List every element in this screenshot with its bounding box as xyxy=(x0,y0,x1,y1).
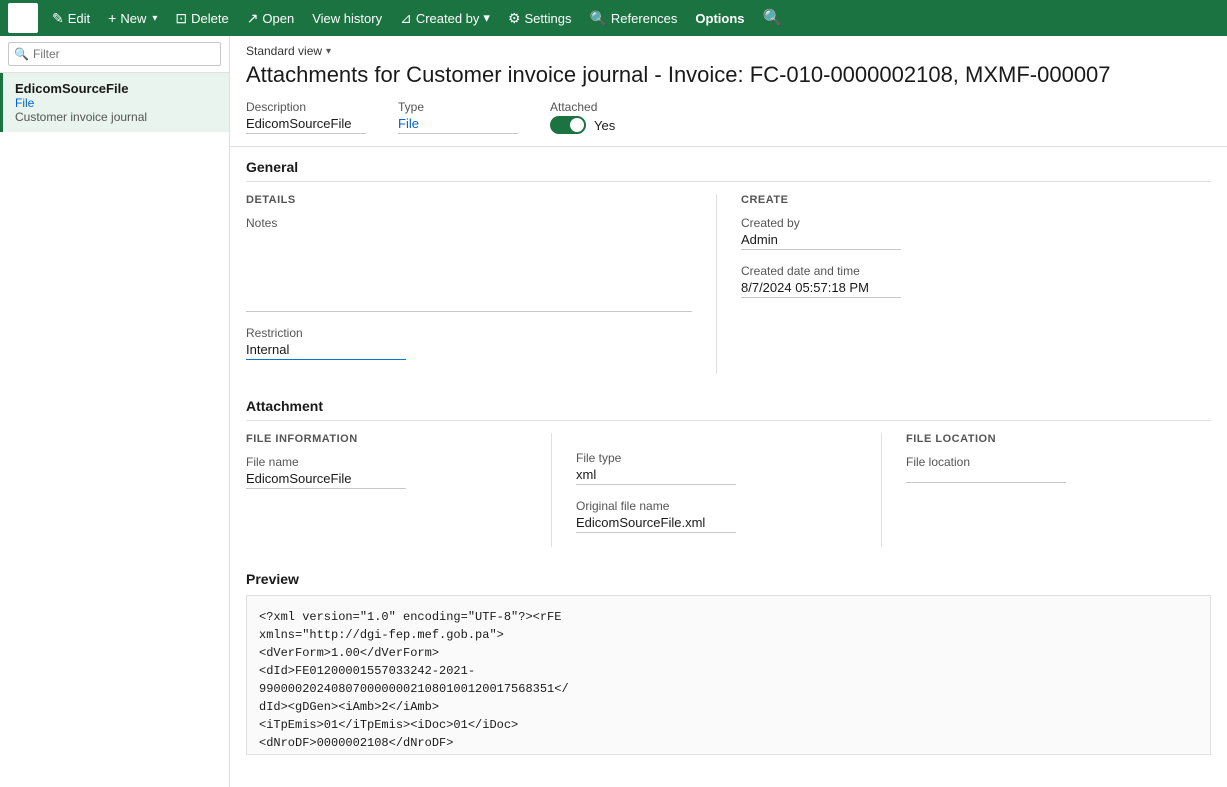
created-by-dropdown-icon: ▾ xyxy=(483,10,490,26)
sidebar-filter-area: 🔍 xyxy=(0,36,229,73)
form-header-row: Description EdicomSourceFile Type File A… xyxy=(230,100,1227,147)
description-field: Description EdicomSourceFile xyxy=(246,100,366,134)
standard-view-dropdown-icon[interactable]: ▾ xyxy=(326,46,331,57)
create-title: CREATE xyxy=(741,194,1187,206)
attached-field: Attached Yes xyxy=(550,100,615,134)
search-button[interactable]: 🔍 xyxy=(755,4,791,32)
delete-icon: ⊡ xyxy=(175,10,187,27)
attached-toggle[interactable] xyxy=(550,116,586,134)
delete-button[interactable]: ⊡ Delete xyxy=(167,6,236,31)
notes-value[interactable] xyxy=(246,232,692,312)
attached-label: Attached xyxy=(550,100,615,114)
created-by-label: Created by xyxy=(741,216,1187,230)
type-value[interactable]: File xyxy=(398,116,518,134)
details-title: DETAILS xyxy=(246,194,692,206)
edit-icon: ✎ xyxy=(52,10,64,27)
filter-icon: ⊿ xyxy=(400,10,412,27)
details-col: DETAILS Notes Restriction Internal xyxy=(246,194,716,374)
open-button[interactable]: ↗ Open xyxy=(239,6,303,31)
content-area: Standard view ▾ Attachments for Customer… xyxy=(230,36,1227,787)
attachment-section-title: Attachment xyxy=(246,398,1211,421)
general-grid: DETAILS Notes Restriction Internal CREAT… xyxy=(246,194,1211,374)
file-type-col: File type xml Original file name EdicomS… xyxy=(551,433,881,547)
file-type-value: xml xyxy=(576,467,736,485)
file-type-row: File type xml xyxy=(576,451,857,485)
top-navigation: ✎ Edit + New ▾ ⊡ Delete ↗ Open View hist… xyxy=(0,0,1227,36)
new-icon: + xyxy=(108,10,116,26)
restriction-label: Restriction xyxy=(246,326,692,340)
type-field: Type File xyxy=(398,100,518,134)
attachment-section: Attachment FILE INFORMATION File name Ed… xyxy=(230,386,1227,559)
created-by-row: Created by Admin xyxy=(741,216,1187,250)
file-location-title: FILE LOCATION xyxy=(906,433,1187,445)
file-location-col: FILE LOCATION File location xyxy=(881,433,1211,547)
sidebar-item-name: EdicomSourceFile xyxy=(15,81,217,96)
general-section-title: General xyxy=(246,159,1211,182)
settings-button[interactable]: ⚙ Settings xyxy=(500,6,580,31)
filter-search-icon: 🔍 xyxy=(14,47,29,61)
original-file-row: Original file name EdicomSourceFile.xml xyxy=(576,499,857,533)
standard-view-bar: Standard view ▾ xyxy=(230,36,1227,62)
new-button[interactable]: + New ▾ xyxy=(100,6,165,30)
attachment-grid: FILE INFORMATION File name EdicomSourceF… xyxy=(246,433,1211,547)
open-icon: ↗ xyxy=(247,10,259,27)
options-button[interactable]: Options xyxy=(687,7,752,30)
preview-section: Preview <?xml version="1.0" encoding="UT… xyxy=(230,559,1227,767)
file-name-label: File name xyxy=(246,455,527,469)
sidebar-item-source: Customer invoice journal xyxy=(15,110,217,124)
notes-row: Notes xyxy=(246,216,692,312)
page-title: Attachments for Customer invoice journal… xyxy=(230,62,1227,100)
created-by-button[interactable]: ⊿ Created by ▾ xyxy=(392,6,498,31)
created-date-label: Created date and time xyxy=(741,264,1187,278)
description-value: EdicomSourceFile xyxy=(246,116,366,134)
notes-label: Notes xyxy=(246,216,692,230)
restriction-row: Restriction Internal xyxy=(246,326,692,360)
file-location-row: File location xyxy=(906,455,1187,486)
preview-title: Preview xyxy=(246,571,1211,587)
preview-content[interactable]: <?xml version="1.0" encoding="UTF-8"?><r… xyxy=(246,595,1211,755)
attached-value: Yes xyxy=(594,118,615,133)
settings-icon: ⚙ xyxy=(508,10,521,27)
file-location-value xyxy=(906,480,1066,483)
file-info-title: FILE INFORMATION xyxy=(246,433,527,445)
sidebar-item-type[interactable]: File xyxy=(15,96,217,110)
file-location-label: File location xyxy=(906,455,1187,469)
restriction-value[interactable]: Internal xyxy=(246,342,406,360)
file-info-col: FILE INFORMATION File name EdicomSourceF… xyxy=(246,433,551,547)
references-button[interactable]: 🔍 References xyxy=(581,6,685,31)
file-name-row: File name EdicomSourceFile xyxy=(246,455,527,489)
main-layout: 🔍 EdicomSourceFile File Customer invoice… xyxy=(0,36,1227,787)
original-file-value: EdicomSourceFile.xml xyxy=(576,515,736,533)
standard-view-label[interactable]: Standard view xyxy=(246,44,322,58)
created-date-row: Created date and time 8/7/2024 05:57:18 … xyxy=(741,264,1187,298)
app-logo[interactable] xyxy=(8,3,38,33)
edit-button[interactable]: ✎ Edit xyxy=(44,6,98,31)
description-label: Description xyxy=(246,100,366,114)
sidebar-active-item[interactable]: EdicomSourceFile File Customer invoice j… xyxy=(0,73,229,132)
created-by-value: Admin xyxy=(741,232,901,250)
type-label: Type xyxy=(398,100,518,114)
references-icon: 🔍 xyxy=(589,10,606,27)
attached-toggle-wrap: Yes xyxy=(550,116,615,134)
file-type-label: File type xyxy=(576,451,857,465)
general-section: General DETAILS Notes Restriction Intern… xyxy=(230,147,1227,386)
original-file-label: Original file name xyxy=(576,499,857,513)
create-col: CREATE Created by Admin Created date and… xyxy=(716,194,1211,374)
filter-input[interactable] xyxy=(8,42,221,66)
view-history-button[interactable]: View history xyxy=(304,7,390,30)
sidebar: 🔍 EdicomSourceFile File Customer invoice… xyxy=(0,36,230,787)
new-dropdown-icon: ▾ xyxy=(152,13,157,24)
created-date-value: 8/7/2024 05:57:18 PM xyxy=(741,280,901,298)
file-name-value: EdicomSourceFile xyxy=(246,471,406,489)
